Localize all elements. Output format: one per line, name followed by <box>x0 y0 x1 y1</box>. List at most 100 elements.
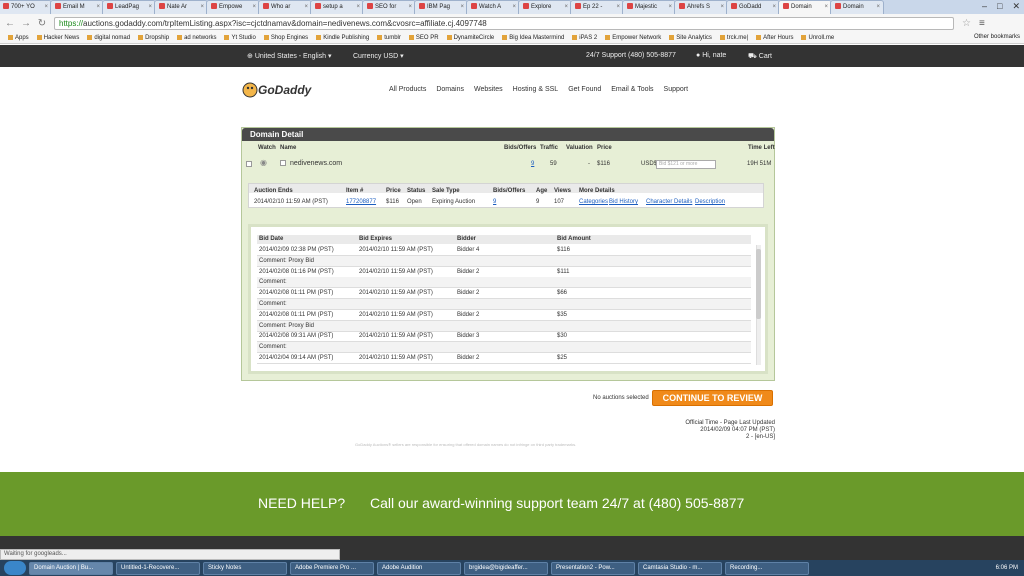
taskbar-item[interactable]: brgidea@bigideaffer... <box>464 561 548 575</box>
tab-close-icon[interactable]: × <box>148 1 152 13</box>
bookmark-star-icon[interactable]: ☆ <box>962 18 971 29</box>
more-details-link[interactable]: Categories <box>579 199 608 205</box>
tab-close-icon[interactable]: × <box>408 1 412 13</box>
close-icon[interactable]: ✕ <box>1012 0 1020 13</box>
tab-close-icon[interactable]: × <box>668 1 672 13</box>
other-bookmarks[interactable]: Other bookmarks <box>974 34 1020 40</box>
nav-item[interactable]: Support <box>664 86 689 93</box>
taskbar-item[interactable]: Adobe Premiere Pro ... <box>290 561 374 575</box>
bid-scroll-thumb[interactable] <box>756 249 761 319</box>
bookmark-item[interactable]: ad networks <box>177 34 216 41</box>
taskbar-item[interactable]: Sticky Notes <box>203 561 287 575</box>
taskbar-item[interactable]: Recording... <box>725 561 809 575</box>
tab-close-icon[interactable]: × <box>44 1 48 13</box>
browser-tab[interactable]: Empowe × <box>206 0 260 14</box>
watch-eye-icon[interactable]: ◉ <box>260 158 267 167</box>
tab-close-icon[interactable]: × <box>356 1 360 13</box>
browser-tab[interactable]: Email M × <box>50 0 104 14</box>
continue-to-review-button[interactable]: CONTINUE TO REVIEW <box>652 390 773 406</box>
taskbar-item[interactable]: Camtasia Studio - m... <box>638 561 722 575</box>
help-text: Call our award-winning support team 24/7… <box>370 495 745 511</box>
reload-icon[interactable]: ↻ <box>36 18 48 29</box>
browser-tab[interactable]: Who ar × <box>258 0 312 14</box>
info-value[interactable]: 9 <box>493 199 496 205</box>
taskbar-item[interactable]: Adobe Audition <box>377 561 461 575</box>
bookmark-item[interactable]: digital nomad <box>87 34 130 41</box>
browser-tab[interactable]: setup a × <box>310 0 364 14</box>
bookmark-item[interactable]: trck.me| <box>719 34 748 41</box>
tab-close-icon[interactable]: × <box>200 1 204 13</box>
bookmark-item[interactable]: DynamiteCircle <box>446 34 494 41</box>
browser-tab[interactable]: Domain × <box>778 0 832 14</box>
browser-tab[interactable]: GoDadd × <box>726 0 780 14</box>
tab-close-icon[interactable]: × <box>772 1 776 13</box>
taskbar-item[interactable]: Presentation2 - Pow... <box>551 561 635 575</box>
bookmark-item[interactable]: Shop Engines <box>263 34 308 41</box>
taskbar-item[interactable]: Domain Auction | Bu... <box>29 561 113 575</box>
tab-close-icon[interactable]: × <box>720 1 724 13</box>
more-details-link[interactable]: Description <box>695 199 725 205</box>
minimize-icon[interactable]: – <box>982 0 987 13</box>
bid-input[interactable]: Bid $121 or more <box>656 160 716 169</box>
currency-selector[interactable]: Currency USD ▾ <box>353 52 404 60</box>
bookmark-item[interactable]: SEO PR <box>408 34 439 41</box>
bookmark-item[interactable]: iPAS 2 <box>572 34 597 41</box>
bid-expires: 2014/02/10 11:59 AM (PST) <box>359 333 433 340</box>
tab-close-icon[interactable]: × <box>876 1 880 13</box>
browser-tab[interactable]: SEO for × <box>362 0 416 14</box>
bookmark-item[interactable]: Site Analytics <box>669 34 712 41</box>
more-details-link[interactable]: Bid History <box>609 199 638 205</box>
tab-close-icon[interactable]: × <box>824 1 828 13</box>
bookmark-item[interactable]: Big Idea Mastermind <box>502 34 564 41</box>
nav-item[interactable]: Domains <box>436 86 464 93</box>
browser-tab[interactable]: Majestic × <box>622 0 676 14</box>
browser-tab[interactable]: 700+ YO × <box>0 0 52 14</box>
nav-item[interactable]: Email & Tools <box>611 86 653 93</box>
bookmark-item[interactable]: Kindle Publishing <box>316 34 369 41</box>
forward-icon[interactable]: → <box>20 18 32 29</box>
tab-close-icon[interactable]: × <box>564 1 568 13</box>
bookmark-item[interactable]: Unroll.me <box>801 34 834 41</box>
cart-link[interactable]: ⛟ Cart <box>748 52 772 61</box>
browser-tab[interactable]: IBM Pag × <box>414 0 468 14</box>
browser-tab[interactable]: Explore × <box>518 0 572 14</box>
taskbar-item[interactable]: Untitled-1-Recovere... <box>116 561 200 575</box>
account-menu[interactable]: ● Hi, nate <box>696 52 726 59</box>
more-details-link[interactable]: Character Details <box>646 199 692 205</box>
bookmark-item[interactable]: Dropship <box>138 34 169 41</box>
nav-item[interactable]: Get Found <box>568 86 601 93</box>
menu-icon[interactable]: ≡ <box>979 18 985 29</box>
browser-tab[interactable]: LeadPag × <box>102 0 156 14</box>
bookmark-item[interactable]: Empower Network <box>605 34 661 41</box>
domain-bids[interactable]: 9 <box>531 161 534 167</box>
maximize-icon[interactable]: □ <box>997 0 1002 13</box>
bookmark-item[interactable]: Hacker News <box>36 34 79 41</box>
tab-close-icon[interactable]: × <box>252 1 256 13</box>
tab-close-icon[interactable]: × <box>304 1 308 13</box>
nav-item[interactable]: Hosting & SSL <box>513 86 559 93</box>
tab-close-icon[interactable]: × <box>460 1 464 13</box>
tab-close-icon[interactable]: × <box>96 1 100 13</box>
browser-tab[interactable]: Ep 22 - × <box>570 0 624 14</box>
nav-item[interactable]: All Products <box>389 86 426 93</box>
tab-close-icon[interactable]: × <box>512 1 516 13</box>
bookmark-item[interactable]: Apps <box>8 34 29 41</box>
select-checkbox[interactable] <box>246 161 252 167</box>
browser-tab[interactable]: Watch A × <box>466 0 520 14</box>
expand-toggle[interactable] <box>280 160 286 166</box>
nav-item[interactable]: Websites <box>474 86 503 93</box>
address-bar[interactable]: https://auctions.godaddy.com/trpItemList… <box>54 16 954 30</box>
start-button[interactable] <box>4 561 26 575</box>
clock: 6:06 PM <box>995 565 1018 571</box>
back-icon[interactable]: ← <box>4 18 16 29</box>
info-value[interactable]: 177208877 <box>346 199 376 205</box>
browser-tab[interactable]: Domain × <box>830 0 884 14</box>
browser-tab[interactable]: Ahrefs S × <box>674 0 728 14</box>
bid-date: 2014/02/08 01:16 PM (PST) <box>259 268 334 275</box>
bookmark-item[interactable]: Yt Studio <box>224 34 256 41</box>
bookmark-item[interactable]: tumblr <box>377 34 401 41</box>
region-selector[interactable]: ⊕ United States - English ▾ <box>247 52 331 60</box>
tab-close-icon[interactable]: × <box>616 1 620 13</box>
browser-tab[interactable]: Nate Ar × <box>154 0 208 14</box>
bookmark-item[interactable]: After Hours <box>756 34 793 41</box>
